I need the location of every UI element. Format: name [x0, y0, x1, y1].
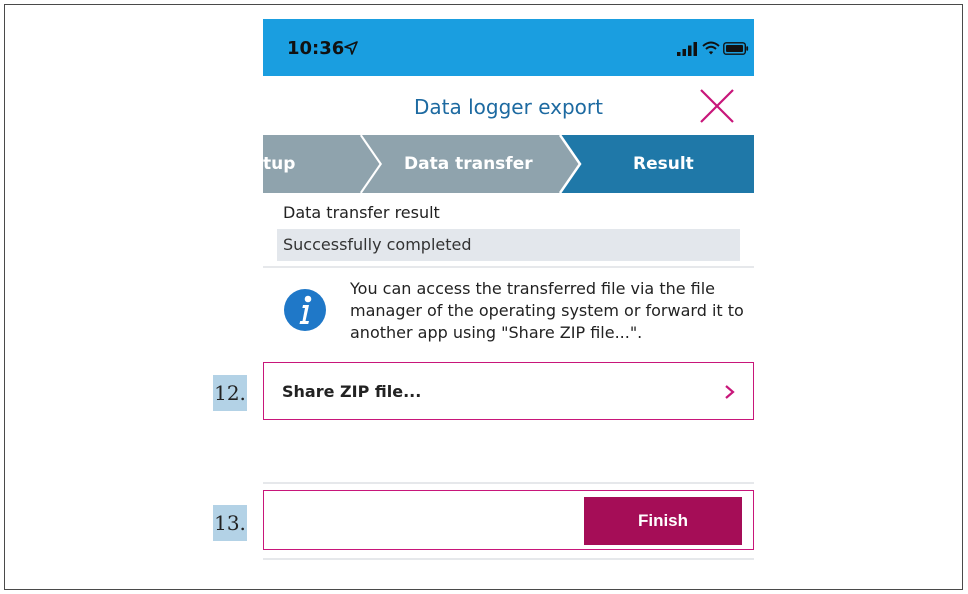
finish-label: Finish: [637, 511, 689, 530]
divider: [263, 266, 754, 268]
instruction-step-13: 13.: [213, 505, 247, 541]
nav-header: Data logger export: [263, 76, 754, 135]
status-time: 10:36: [287, 38, 345, 59]
battery-icon: [723, 42, 749, 55]
location-arrow-icon: [344, 41, 358, 55]
progress-steps: tup Data transfer Result: [263, 135, 754, 193]
step-setup-label: tup: [263, 154, 296, 174]
wifi-icon: [702, 41, 720, 55]
step-data-transfer-label: Data transfer: [404, 154, 533, 174]
phone-screen: 10:36 Data logger export tup Data transf…: [263, 19, 754, 570]
step-result-label: Result: [633, 154, 694, 174]
result-value: Successfully completed: [283, 235, 472, 254]
page-title: Data logger export: [414, 95, 603, 119]
instruction-step-12: 12.: [213, 375, 247, 411]
result-value-box: Successfully completed: [277, 229, 740, 261]
finish-button[interactable]: Finish: [584, 497, 742, 545]
chevron-right-icon: [725, 385, 735, 399]
cell-signal-icon: [677, 42, 697, 56]
share-zip-file-label: Share ZIP file...: [282, 382, 422, 401]
close-icon[interactable]: [697, 86, 737, 126]
share-zip-file-button[interactable]: Share ZIP file...: [263, 362, 754, 420]
result-heading: Data transfer result: [283, 203, 440, 222]
footer-bar: Finish: [263, 490, 754, 550]
status-bar: 10:36: [263, 19, 754, 76]
divider: [263, 482, 754, 484]
divider: [263, 558, 754, 560]
info-icon: [284, 289, 326, 331]
info-message: You can access the transferred file via …: [350, 279, 744, 342]
